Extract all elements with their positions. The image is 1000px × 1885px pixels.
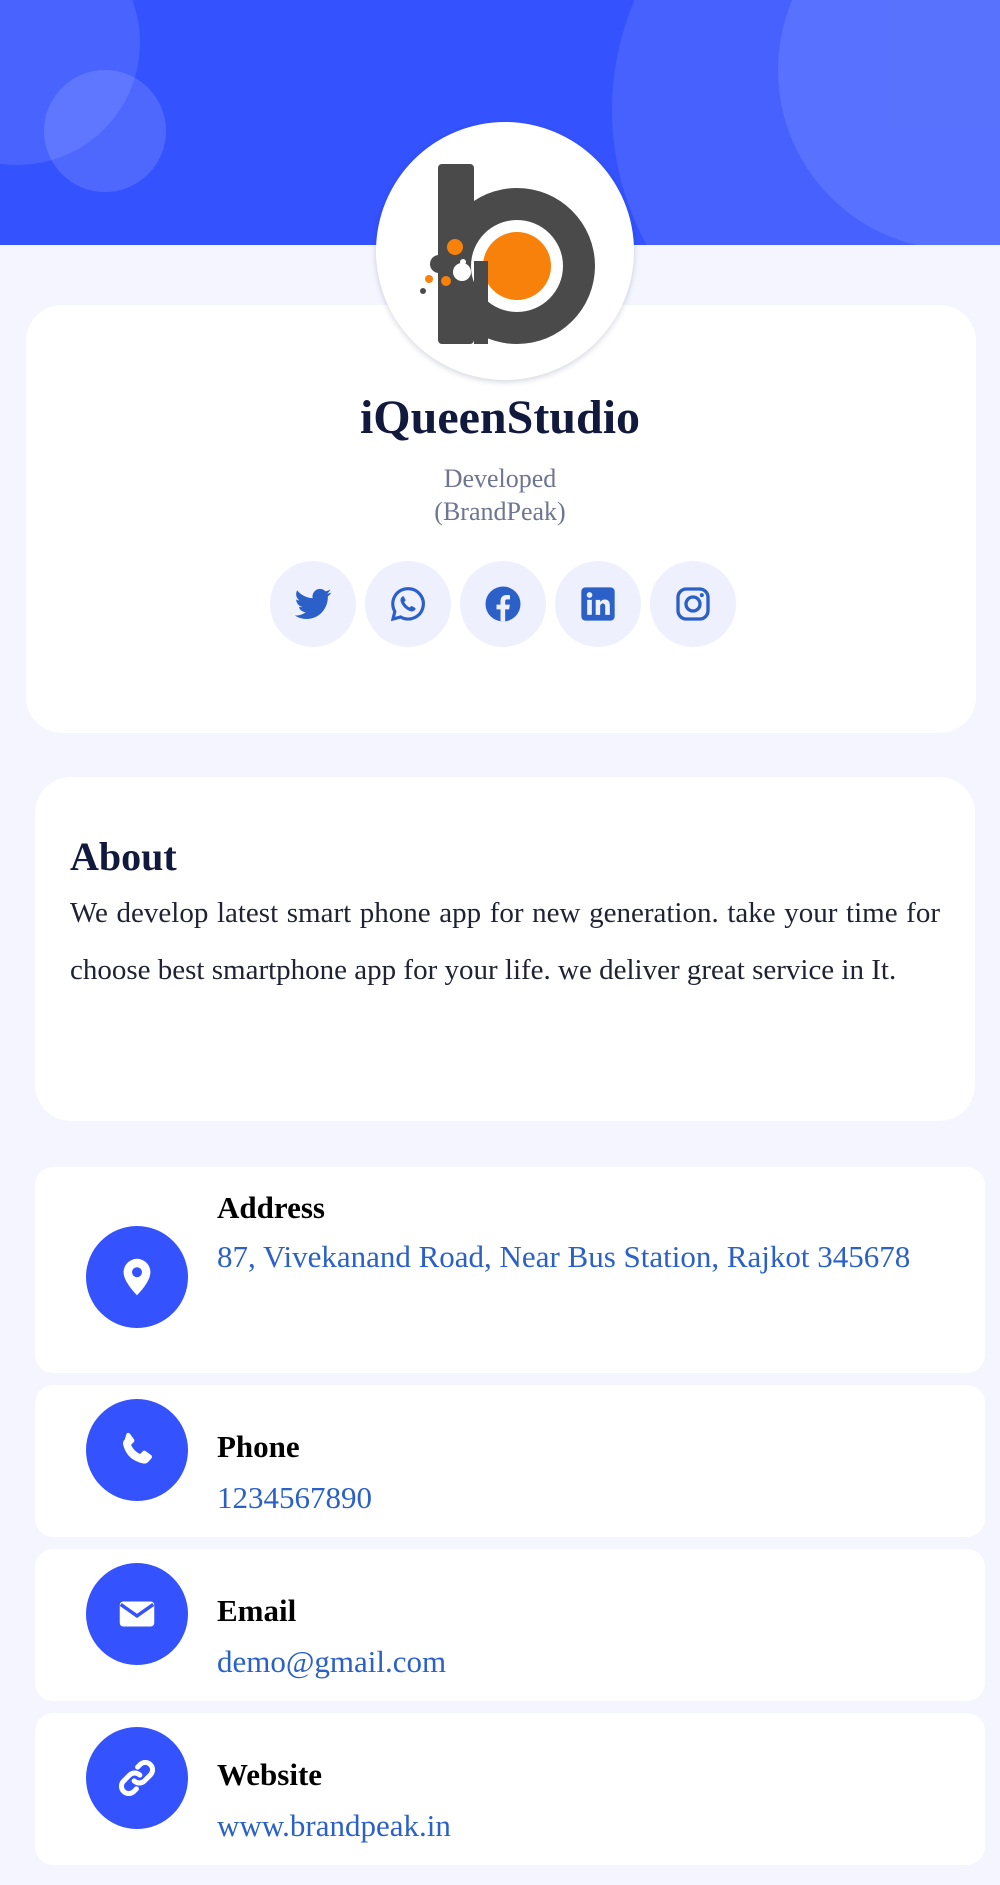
about-card: About We develop latest smart phone app … — [35, 777, 975, 1121]
instagram-icon — [676, 587, 710, 621]
address-value[interactable]: 87, Vivekanand Road, Near Bus Station, R… — [217, 1233, 917, 1281]
map-pin-icon — [123, 1258, 151, 1296]
facebook-button[interactable] — [460, 561, 546, 647]
whatsapp-button[interactable] — [365, 561, 451, 647]
about-text: We develop latest smart phone app for ne… — [70, 897, 940, 986]
profile-name: iQueenStudio — [359, 391, 641, 444]
instagram-button[interactable] — [650, 561, 736, 647]
website-label: Website — [217, 1757, 323, 1792]
address-icon-circle — [86, 1226, 188, 1328]
social-links — [270, 561, 736, 647]
whatsapp-icon — [390, 587, 425, 622]
website-icon-circle — [86, 1727, 188, 1829]
address-label: Address — [217, 1190, 325, 1225]
email-label: Email — [217, 1593, 297, 1628]
envelope-icon — [119, 1601, 155, 1627]
facebook-icon — [485, 586, 521, 622]
address-card[interactable]: Address 87, Vivekanand Road, Near Bus St… — [35, 1167, 985, 1373]
tagline-line: Developed — [443, 464, 557, 493]
twitter-icon — [294, 588, 332, 619]
email-value[interactable]: demo@gmail.com — [217, 1638, 917, 1686]
linkedin-button[interactable] — [555, 561, 641, 647]
link-icon — [118, 1759, 156, 1797]
about-heading: About — [70, 834, 177, 879]
phone-value[interactable]: 1234567890 — [217, 1474, 917, 1522]
twitter-button[interactable] — [270, 561, 356, 647]
brandpeak-logo-icon — [420, 164, 595, 344]
brand-logo — [376, 122, 634, 380]
email-card[interactable]: Email demo@gmail.com — [35, 1549, 985, 1701]
phone-icon — [122, 1432, 153, 1464]
phone-label: Phone — [217, 1429, 300, 1464]
tagline-line: (BrandPeak) — [434, 497, 566, 526]
email-icon-circle — [86, 1563, 188, 1665]
profile-tagline: Developed (BrandPeak) — [0, 462, 1000, 528]
decor-circle — [44, 70, 166, 192]
website-card[interactable]: Website www.brandpeak.in — [35, 1713, 985, 1865]
phone-card[interactable]: Phone 1234567890 — [35, 1385, 985, 1537]
linkedin-icon — [581, 587, 615, 621]
phone-icon-circle — [86, 1399, 188, 1501]
website-value[interactable]: www.brandpeak.in — [217, 1802, 917, 1850]
